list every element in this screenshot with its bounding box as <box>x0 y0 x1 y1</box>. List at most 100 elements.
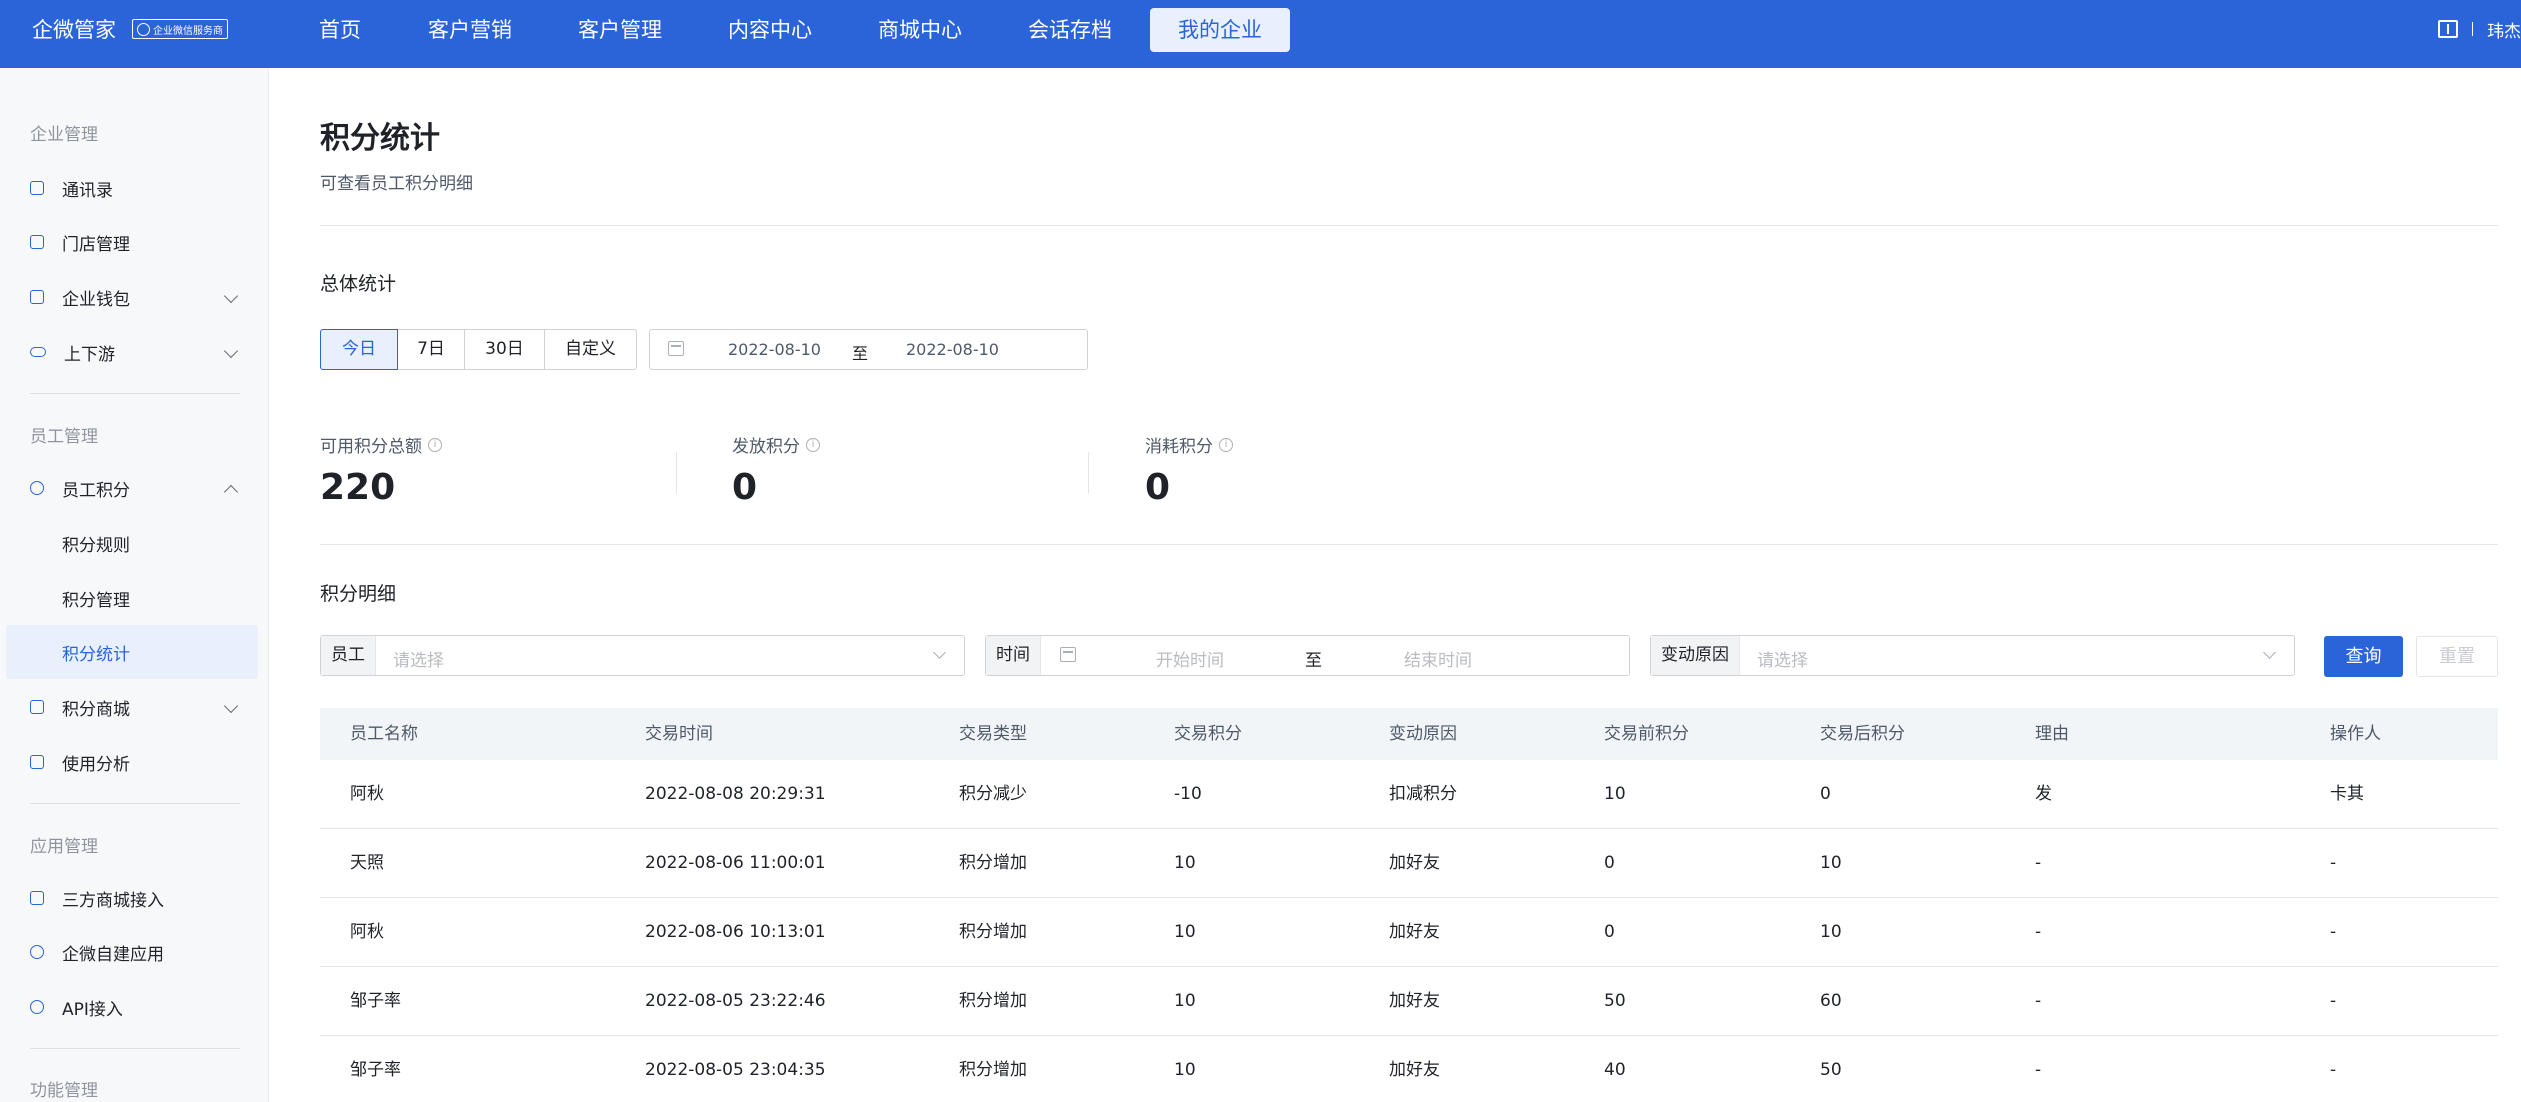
cell-trade-points: 10 <box>1174 991 1196 1011</box>
overview-title: 总体统计 <box>320 273 397 295</box>
start-time-input[interactable]: 开始时间 <box>1156 646 1224 671</box>
nav-content-center[interactable]: 内容中心 <box>724 8 816 52</box>
nav-my-enterprise[interactable]: 我的企业 <box>1150 8 1290 52</box>
sidebar-item-points-rules[interactable]: 积分规则 <box>6 516 258 570</box>
nav-customer-management[interactable]: 客户管理 <box>574 8 666 52</box>
service-provider-badge: 企业微信服务商 <box>132 19 228 39</box>
nav-home[interactable]: 首页 <box>306 8 374 52</box>
sidebar-item-points-manage[interactable]: 积分管理 <box>6 571 258 625</box>
date-from[interactable]: 2022-08-10 <box>728 340 821 359</box>
cell-points-before: 0 <box>1604 922 1615 942</box>
cell-points-after: 10 <box>1820 853 1842 873</box>
sidebar: 企业管理 通讯录 门店管理 企业钱包 上下游 员工管理 员工积分 积分规则 积分… <box>0 68 269 1102</box>
col-trade-points: 交易积分 <box>1174 724 1242 744</box>
table-row[interactable]: 邹子率 2022-08-05 23:22:46 积分增加 10 加好友 50 6… <box>320 967 2498 1036</box>
sidebar-item-label: 上下游 <box>64 344 115 365</box>
stat-label: 消耗积分 <box>1145 437 1213 457</box>
sidebar-item-supply[interactable]: 上下游 <box>6 325 258 379</box>
sidebar-item-self-app[interactable]: 企微自建应用 <box>6 925 258 979</box>
col-staff-name: 员工名称 <box>350 724 418 744</box>
cell-change-reason: 加好友 <box>1389 991 1440 1011</box>
range-today[interactable]: 今日 <box>320 329 398 370</box>
info-icon[interactable]: i <box>806 437 820 452</box>
range-7d[interactable]: 7日 <box>397 329 465 370</box>
stat-label: 可用积分总额 <box>320 437 422 457</box>
reason-select[interactable]: 请选择 <box>1757 646 1808 671</box>
reset-button[interactable]: 重置 <box>2416 636 2498 677</box>
cell-operator: - <box>2330 1060 2337 1080</box>
filter-label: 时间 <box>986 636 1041 675</box>
time-filter[interactable]: 时间 开始时间 至 结束时间 <box>985 635 1630 676</box>
cell-trade-type: 积分增加 <box>959 922 1027 942</box>
table-row[interactable]: 阿秋 2022-08-06 10:13:01 积分增加 10 加好友 0 10 … <box>320 898 2498 967</box>
stat-label: 发放积分 <box>732 437 800 457</box>
chevron-down-icon <box>2263 646 2276 659</box>
divider <box>1088 452 1089 494</box>
magnifier-icon <box>137 22 150 36</box>
table-header: 员工名称 交易时间 交易类型 交易积分 变动原因 交易前积分 交易后积分 理由 … <box>320 708 2498 760</box>
filter-label: 员工 <box>321 636 376 675</box>
link-icon <box>30 347 46 357</box>
end-time-input[interactable]: 结束时间 <box>1404 646 1472 671</box>
cell-staff-name: 阿秋 <box>350 784 384 804</box>
shop-icon <box>30 891 44 905</box>
book-icon[interactable] <box>2438 20 2458 38</box>
cell-reason: 发 <box>2035 784 2052 804</box>
range-custom[interactable]: 自定义 <box>544 329 637 370</box>
cell-points-before: 10 <box>1604 784 1626 804</box>
sidebar-item-contacts[interactable]: 通讯录 <box>6 161 258 215</box>
sidebar-item-label: 三方商城接入 <box>62 890 164 911</box>
range-30d[interactable]: 30日 <box>464 329 545 370</box>
cell-operator: - <box>2330 991 2337 1011</box>
page-title: 积分统计 <box>320 121 440 156</box>
sidebar-item-stores[interactable]: 门店管理 <box>6 215 258 269</box>
cell-staff-name: 邹子率 <box>350 1060 401 1080</box>
stat-value: 0 <box>1145 467 1171 508</box>
cell-trade-type: 积分增加 <box>959 1060 1027 1080</box>
nav-customer-marketing[interactable]: 客户营销 <box>424 8 516 52</box>
cell-trade-points: 10 <box>1174 922 1196 942</box>
col-operator: 操作人 <box>2330 724 2381 744</box>
staff-filter[interactable]: 员工 请选择 <box>320 635 965 676</box>
sidebar-item-wallet[interactable]: 企业钱包 <box>6 270 258 324</box>
calendar-icon <box>668 341 684 356</box>
sidebar-item-label: 企微自建应用 <box>62 944 164 965</box>
staff-select[interactable]: 请选择 <box>393 646 444 671</box>
date-separator: 至 <box>852 344 869 363</box>
divider <box>30 1048 240 1049</box>
cell-operator: - <box>2330 853 2337 873</box>
divider <box>320 225 2498 226</box>
stat-available-total: 可用积分总额 i 220 <box>320 432 442 508</box>
sidebar-item-points-stats[interactable]: 积分统计 <box>6 625 258 679</box>
info-icon[interactable]: i <box>428 437 442 452</box>
brand-name: 企微管家 <box>32 18 116 42</box>
chart-icon <box>30 755 44 769</box>
cell-trade-time: 2022-08-08 20:29:31 <box>645 784 826 804</box>
date-to[interactable]: 2022-08-10 <box>906 340 999 359</box>
overview-date-range[interactable]: 2022-08-10 至 2022-08-10 <box>649 329 1088 370</box>
nav-mall-center[interactable]: 商城中心 <box>874 8 966 52</box>
group-apps: 应用管理 <box>30 837 98 857</box>
info-icon[interactable]: i <box>1219 437 1233 452</box>
contacts-icon <box>30 181 44 195</box>
table-row[interactable]: 天照 2022-08-06 11:00:01 积分增加 10 加好友 0 10 … <box>320 829 2498 898</box>
nav-session-archive[interactable]: 会话存档 <box>1024 8 1116 52</box>
mall-icon <box>30 700 44 714</box>
sidebar-item-points[interactable]: 员工积分 <box>6 461 258 515</box>
chevron-down-icon <box>223 343 239 359</box>
sidebar-item-points-mall[interactable]: 积分商城 <box>6 680 258 734</box>
sidebar-item-usage[interactable]: 使用分析 <box>6 735 258 789</box>
col-trade-time: 交易时间 <box>645 724 713 744</box>
sidebar-item-third-mall[interactable]: 三方商城接入 <box>6 871 258 925</box>
cell-operator: 卡其 <box>2330 784 2364 804</box>
sidebar-item-api[interactable]: API接入 <box>6 980 258 1034</box>
sidebar-item-label: 员工积分 <box>62 480 130 501</box>
query-button[interactable]: 查询 <box>2324 636 2403 677</box>
table-row[interactable]: 阿秋 2022-08-08 20:29:31 积分减少 -10 扣减积分 10 … <box>320 760 2498 829</box>
reason-filter[interactable]: 变动原因 请选择 <box>1650 635 2295 676</box>
cell-trade-time: 2022-08-05 23:22:46 <box>645 991 826 1011</box>
table-row[interactable]: 邹子率 2022-08-05 23:04:35 积分增加 10 加好友 40 5… <box>320 1036 2498 1102</box>
user-name[interactable]: 玮杰 <box>2487 17 2521 42</box>
brand[interactable]: 企微管家 企业微信服务商 <box>32 0 228 58</box>
cell-staff-name: 邹子率 <box>350 991 401 1011</box>
